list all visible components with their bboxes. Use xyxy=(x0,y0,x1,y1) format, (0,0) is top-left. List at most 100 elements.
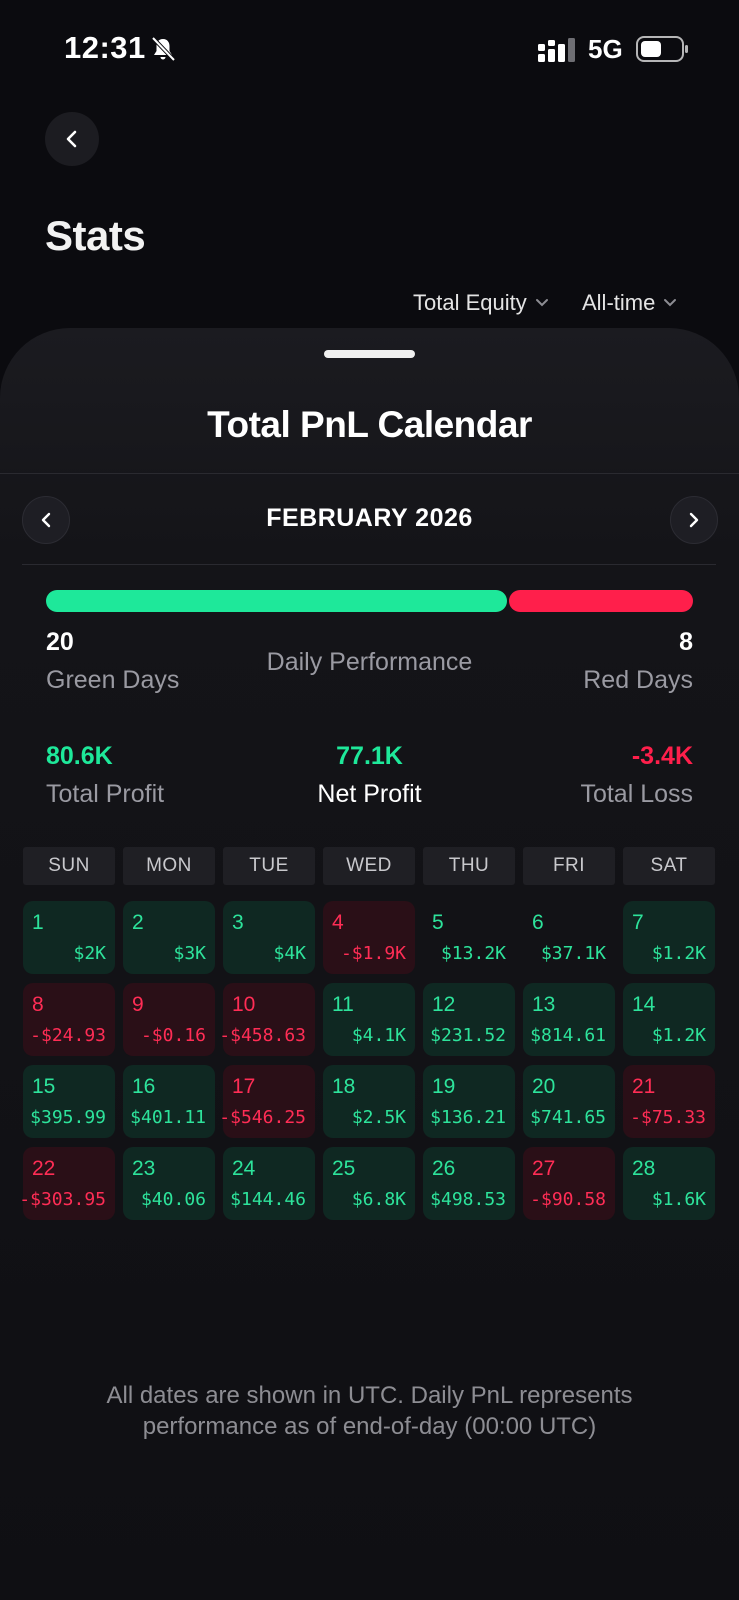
daily-performance-bar xyxy=(46,590,693,612)
day-number: 10 xyxy=(232,993,256,1016)
day-number: 15 xyxy=(32,1075,56,1098)
day-pnl-value: $13.2K xyxy=(440,943,506,964)
day-number: 14 xyxy=(632,993,656,1016)
divider xyxy=(0,473,739,474)
sheet-grabber[interactable] xyxy=(324,350,415,358)
day-number: 18 xyxy=(332,1075,356,1098)
red-days-count: 8 xyxy=(679,628,693,656)
chevron-right-icon xyxy=(689,512,699,528)
calendar-day-cell[interactable]: 13 $814.61 xyxy=(523,983,615,1056)
day-pnl-value: $4K xyxy=(273,943,306,964)
stats-screen: 12:31 5G Stats Total Equity All-time Tot… xyxy=(0,0,739,1600)
day-number: 22 xyxy=(32,1157,56,1180)
weekday-label: WED xyxy=(323,847,415,885)
day-pnl-value: -$303.95 xyxy=(19,1189,106,1210)
day-pnl-value: $1.2K xyxy=(651,1025,706,1046)
day-number: 4 xyxy=(332,911,344,934)
calendar-day-cell[interactable]: 19 $136.21 xyxy=(423,1065,515,1138)
calendar-day-cell[interactable]: 22 -$303.95 xyxy=(19,1147,115,1220)
calendar-day-cell[interactable]: 20 $741.65 xyxy=(523,1065,615,1138)
day-number: 20 xyxy=(532,1075,556,1098)
calendar-grid: 1 $2K 2 $3K 3 $4K 4 -$1.9K 5 $13.2K 6 $37.1K 7 $1.2K 8… xyxy=(19,901,717,1220)
weekday-label: SAT xyxy=(623,847,715,885)
day-number: 25 xyxy=(332,1157,356,1180)
calendar-day-cell[interactable]: 27 -$90.58 xyxy=(523,1147,615,1220)
day-number: 23 xyxy=(132,1157,156,1180)
calendar-day-cell[interactable]: 5 $13.2K xyxy=(423,901,515,974)
time-range-dropdown[interactable]: All-time xyxy=(582,290,677,316)
day-number: 26 xyxy=(432,1157,456,1180)
calendar-day-cell[interactable]: 28 $1.6K xyxy=(623,1147,715,1220)
calendar-day-cell[interactable]: 1 $2K xyxy=(23,901,115,974)
calendar-day-cell[interactable]: 23 $40.06 xyxy=(123,1147,215,1220)
weekday-header: SUN MON TUE WED THU FRI SAT xyxy=(23,847,717,885)
status-time: 12:31 xyxy=(64,30,146,65)
day-pnl-value: -$546.25 xyxy=(219,1107,306,1128)
calendar-day-cell[interactable]: 4 -$1.9K xyxy=(323,901,415,974)
day-pnl-value: $231.52 xyxy=(430,1025,506,1046)
weekday-label: THU xyxy=(423,847,515,885)
calendar-day-cell[interactable]: 26 $498.53 xyxy=(423,1147,515,1220)
calendar-day-cell[interactable]: 12 $231.52 xyxy=(423,983,515,1056)
day-number: 19 xyxy=(432,1075,456,1098)
total-loss-label: Total Loss xyxy=(580,780,693,808)
weekday-label: MON xyxy=(123,847,215,885)
weekday-label: TUE xyxy=(223,847,315,885)
day-number: 2 xyxy=(132,911,144,934)
day-number: 9 xyxy=(132,993,144,1016)
calendar-day-cell[interactable]: 14 $1.2K xyxy=(623,983,715,1056)
red-days-bar xyxy=(509,590,693,612)
day-pnl-value: $136.21 xyxy=(430,1107,506,1128)
day-number: 3 xyxy=(232,911,244,934)
calendar-day-cell[interactable]: 11 $4.1K xyxy=(323,983,415,1056)
day-number: 1 xyxy=(32,911,44,934)
day-pnl-value: $3K xyxy=(173,943,206,964)
day-number: 7 xyxy=(632,911,644,934)
day-number: 6 xyxy=(532,911,544,934)
status-bar: 12:31 5G xyxy=(0,0,739,100)
weekday-label: FRI xyxy=(523,847,615,885)
calendar-day-cell[interactable]: 18 $2.5K xyxy=(323,1065,415,1138)
calendar-day-cell[interactable]: 24 $144.46 xyxy=(223,1147,315,1220)
day-pnl-value: $814.61 xyxy=(530,1025,606,1046)
pnl-calendar-sheet: Total PnL Calendar FEBRUARY 2026 20 Gree… xyxy=(0,328,739,1600)
day-number: 17 xyxy=(232,1075,256,1098)
calendar-day-cell[interactable]: 2 $3K xyxy=(123,901,215,974)
footnote-line: performance as of end-of-day (00:00 UTC) xyxy=(142,1413,597,1440)
calendar-day-cell[interactable]: 8 -$24.93 xyxy=(23,983,115,1056)
calendar-day-cell[interactable]: 3 $4K xyxy=(223,901,315,974)
day-number: 27 xyxy=(532,1157,556,1180)
day-number: 13 xyxy=(532,993,556,1016)
network-label: 5G xyxy=(588,34,623,64)
back-button[interactable] xyxy=(45,112,99,166)
day-pnl-value: $2.5K xyxy=(351,1107,406,1128)
day-pnl-value: $401.11 xyxy=(130,1107,206,1128)
month-label: FEBRUARY 2026 xyxy=(266,504,473,532)
calendar-day-cell[interactable]: 7 $1.2K xyxy=(623,901,715,974)
day-pnl-value: $395.99 xyxy=(30,1107,106,1128)
calendar-day-cell[interactable]: 10 -$458.63 xyxy=(219,983,315,1056)
red-days-label: Red Days xyxy=(583,666,693,694)
day-pnl-value: -$0.16 xyxy=(140,1025,206,1046)
calendar-day-cell[interactable]: 9 -$0.16 xyxy=(123,983,215,1056)
calendar-day-cell[interactable]: 6 $37.1K xyxy=(523,901,615,974)
bell-muted-icon xyxy=(151,36,176,62)
chevron-down-icon xyxy=(535,299,548,307)
equity-filter-label: Total Equity xyxy=(413,290,527,315)
next-month-button[interactable] xyxy=(670,496,718,544)
day-pnl-value: -$90.58 xyxy=(530,1189,606,1210)
day-pnl-value: $6.8K xyxy=(351,1189,406,1210)
day-number: 12 xyxy=(432,993,456,1016)
calendar-day-cell[interactable]: 15 $395.99 xyxy=(23,1065,115,1138)
day-number: 8 xyxy=(32,993,44,1016)
page-title: Stats xyxy=(45,212,146,259)
footnote-line: All dates are shown in UTC. Daily PnL re… xyxy=(106,1382,633,1409)
weekday-label: SUN xyxy=(23,847,115,885)
calendar-day-cell[interactable]: 17 -$546.25 xyxy=(219,1065,315,1138)
calendar-day-cell[interactable]: 25 $6.8K xyxy=(323,1147,415,1220)
day-number: 28 xyxy=(632,1157,656,1180)
equity-filter-dropdown[interactable]: Total Equity xyxy=(413,290,549,316)
net-profit-value: 77.1K xyxy=(336,742,403,770)
calendar-day-cell[interactable]: 21 -$75.33 xyxy=(623,1065,715,1138)
calendar-day-cell[interactable]: 16 $401.11 xyxy=(123,1065,215,1138)
